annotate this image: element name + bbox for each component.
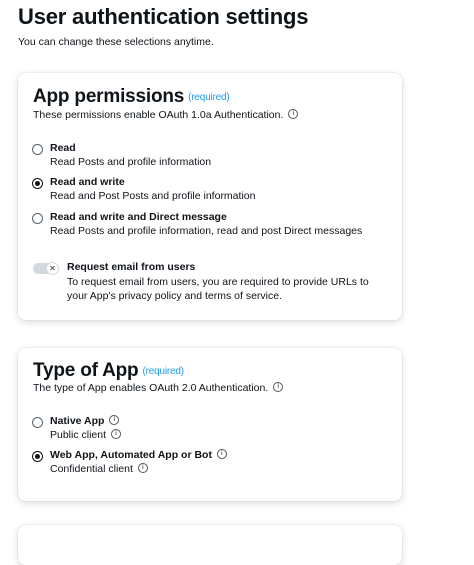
permission-option-read-label: Read (50, 142, 76, 154)
confidential-client-text: Confidential client (50, 463, 133, 475)
info-icon[interactable]: i (109, 415, 120, 426)
request-email-toggle[interactable]: ✕ (33, 262, 59, 275)
public-client-text: Public client (50, 429, 107, 441)
radio-read-write-dm[interactable] (32, 213, 43, 224)
radio-read-write[interactable] (32, 178, 43, 189)
radio-web-app[interactable] (32, 451, 43, 462)
permission-option-read-write-dm-label: Read and write and Direct message (50, 211, 227, 223)
type-of-app-description: The type of App enables OAuth 2.0 Authen… (33, 382, 284, 394)
type-of-app-card: Type of App (required) The type of App en… (18, 348, 402, 501)
type-of-app-title: Type of App (required) (33, 360, 184, 382)
request-email-description: To request email from users, you are req… (67, 276, 369, 302)
permission-option-read-description: Read Posts and profile information (50, 156, 212, 168)
permission-option-read-write-dm-description: Read Posts and profile information, read… (50, 225, 363, 237)
info-icon[interactable]: i (137, 463, 148, 474)
required-label: (required) (188, 92, 230, 103)
info-icon[interactable]: i (273, 382, 284, 393)
app-type-option-native-description: Public client i (50, 429, 121, 441)
app-type-option-web-description: Confidential client i (50, 463, 148, 475)
permission-option-read-write-label: Read and write (50, 176, 125, 188)
info-icon[interactable]: i (288, 109, 299, 120)
required-label: (required) (142, 366, 184, 377)
info-icon[interactable]: i (110, 429, 121, 440)
app-permissions-title-text: App permissions (33, 86, 185, 107)
info-icon[interactable]: i (216, 449, 227, 460)
request-email-label: Request email from users (67, 261, 196, 273)
radio-native-app[interactable] (32, 417, 43, 428)
page-title: User authentication settings (18, 4, 309, 29)
toggle-x-icon: ✕ (46, 262, 59, 275)
permission-option-read-write-description: Read and Post Posts and profile informat… (50, 190, 256, 202)
type-of-app-description-text: The type of App enables OAuth 2.0 Authen… (33, 382, 269, 394)
next-settings-card (18, 525, 402, 565)
radio-read[interactable] (32, 144, 43, 155)
app-permissions-card: App permissions (required) These permissi… (18, 73, 402, 320)
app-type-option-web-label: Web App, Automated App or Bot i (50, 449, 227, 461)
app-permissions-description: These permissions enable OAuth 1.0a Auth… (33, 109, 299, 121)
app-permissions-description-text: These permissions enable OAuth 1.0a Auth… (33, 109, 284, 121)
web-app-label-text: Web App, Automated App or Bot (50, 449, 212, 461)
app-permissions-title: App permissions (required) (33, 86, 230, 108)
native-app-label-text: Native App (50, 415, 105, 427)
type-of-app-title-text: Type of App (33, 360, 139, 381)
app-type-option-native-label: Native App i (50, 415, 120, 427)
page-subtitle: You can change these selections anytime. (18, 36, 214, 48)
